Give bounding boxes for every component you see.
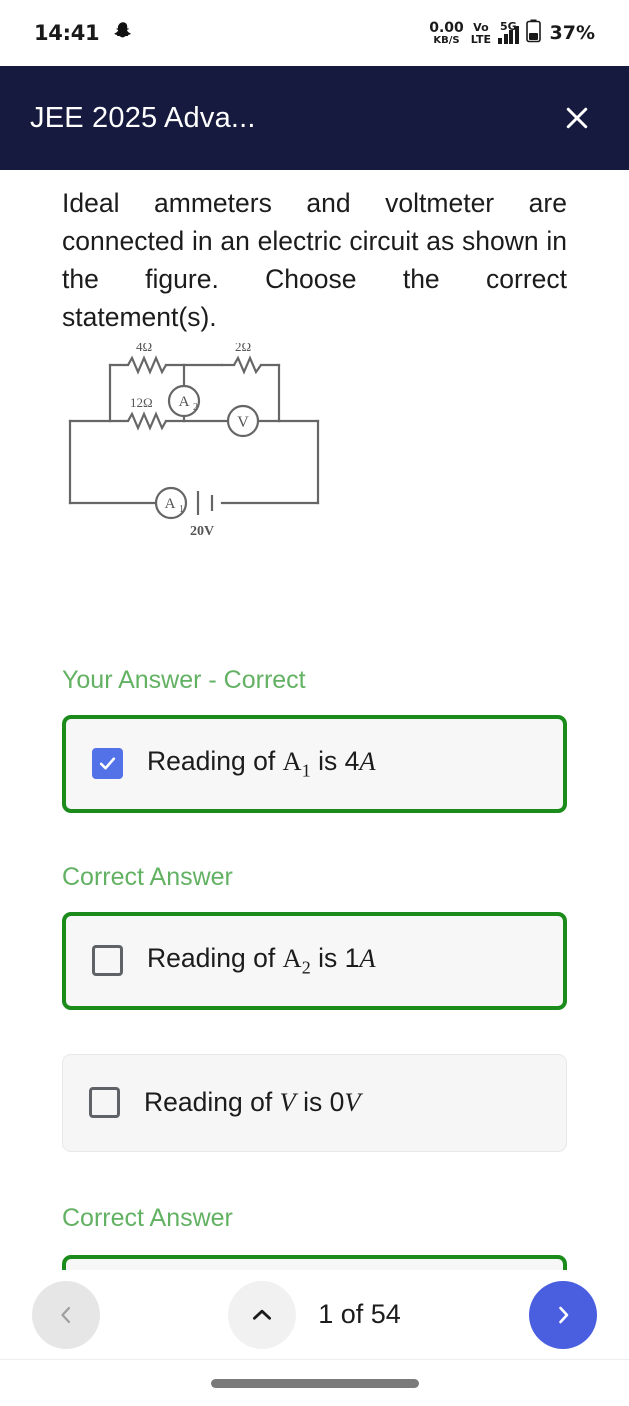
option-3-prefix: Reading of [144,1087,280,1118]
previous-question-button[interactable] [32,1280,100,1349]
option-2-middle: is [310,942,345,973]
signal-bars-icon: 5G [498,20,519,44]
bottom-navigation-bar: 1 of 54 [0,1270,629,1360]
option-3-unit: V [344,1087,361,1118]
page-title: JEE 2025 Adva... [30,101,256,134]
svg-text:A: A [165,496,176,512]
svg-text:V: V [237,414,249,431]
status-bar-left: 14:41 [34,21,133,46]
option-3-middle: is [295,1087,330,1118]
network-speed-unit: KB/S [433,34,460,46]
volte-top-label: Vo [473,20,489,34]
option-1-prefix: Reading of [147,745,283,776]
section-label-your-answer: Your Answer - Correct [62,665,306,694]
snapchat-icon [113,21,133,46]
network-type-label: 5G [500,20,517,33]
option-row-4-clipped[interactable] [62,1254,567,1270]
battery-symbol [196,490,214,515]
option-2-symbol: A2 [282,942,311,978]
status-bar: 14:41 0.00 KB/S Vo LTE 5G 37% [0,0,629,66]
resistor-label-12-ohm: 12Ω [130,395,153,410]
checkbox-option-1[interactable] [92,748,123,780]
option-1-symbol: A1 [282,745,311,781]
option-1-value: 4 [344,745,360,776]
section-label-correct-answer-2: Correct Answer [62,1203,233,1232]
collapse-button[interactable] [228,1280,297,1349]
option-label-2: Reading of A2 is 1A [147,943,376,978]
status-bar-right: 0.00 KB/S Vo LTE 5G 37% [429,19,595,48]
resistor-label-4-ohm: 4Ω [136,343,152,354]
option-row-2[interactable]: Reading of A2 is 1A [62,911,567,1010]
close-icon[interactable] [555,96,599,140]
option-2-prefix: Reading of [147,942,283,973]
volte-icon: Vo LTE [471,22,491,45]
page-indicator-group: 1 of 54 [228,1280,401,1349]
question-text: Ideal ammeters and voltmeter are connect… [62,188,567,333]
checkbox-option-3[interactable] [89,1087,120,1119]
option-row-3[interactable]: Reading of V is 0V [62,1053,567,1152]
question-scroll-area[interactable]: Ideal ammeters and voltmeter are connect… [0,170,629,1270]
option-3-value: 0 [329,1087,345,1118]
battery-icon [525,19,541,48]
svg-text:A: A [179,394,190,410]
option-1-middle: is [310,745,345,776]
network-speed-indicator: 0.00 KB/S [429,21,464,46]
section-label-correct-answer-1: Correct Answer [62,862,233,891]
next-question-button[interactable] [528,1280,597,1349]
gesture-home-indicator [210,1379,419,1388]
battery-percent: 37% [549,22,595,44]
battery-label: 20V [190,524,214,539]
signal-bar-1 [498,38,503,44]
svg-text:2: 2 [193,402,198,413]
option-2-value: 1 [344,942,360,973]
svg-text:1: 1 [179,504,184,515]
volte-bottom-label: LTE [470,32,492,46]
status-time: 14:41 [34,21,100,45]
circuit-diagram: 4Ω 2Ω 12Ω A 2 V A 1 20V [0,337,629,548]
option-label-1: Reading of A1 is 4A [147,746,376,781]
resistor-label-2-ohm: 2Ω [235,343,251,354]
checkbox-option-2[interactable] [92,945,123,977]
signal-bar-2 [503,34,508,44]
option-2-unit: A [359,942,376,973]
option-row-1[interactable]: Reading of A1 is 4A [62,714,567,813]
option-3-symbol: V [279,1087,296,1118]
option-label-3: Reading of V is 0V [144,1087,361,1118]
app-header: JEE 2025 Adva... [0,66,629,170]
network-speed-value: 0.00 [429,19,464,36]
option-1-unit: A [359,745,376,776]
page-count-label: 1 of 54 [318,1299,401,1329]
